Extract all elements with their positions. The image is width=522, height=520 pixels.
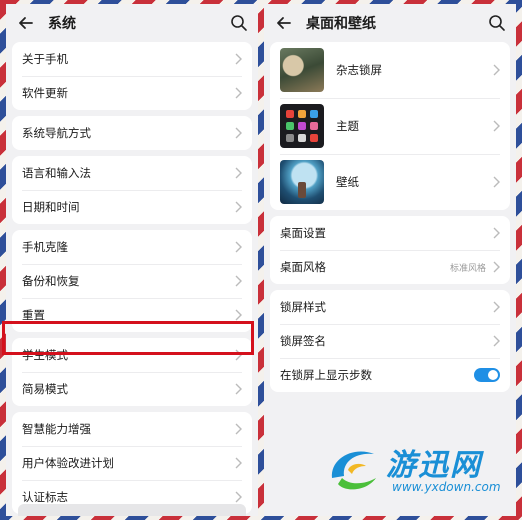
chevron-right-icon (234, 167, 242, 179)
system-header: 系统 (6, 4, 258, 42)
chevron-right-icon (234, 349, 242, 361)
theme-thumbnail (280, 104, 324, 148)
chevron-right-icon (234, 87, 242, 99)
chevron-right-icon (234, 423, 242, 435)
chevron-right-icon (234, 457, 242, 469)
page-title: 桌面和壁纸 (306, 16, 376, 32)
settings-item-desktop-settings[interactable]: 桌面设置 (270, 216, 510, 250)
chevron-right-icon (234, 491, 242, 503)
personalize-group: 杂志锁屏 主题 壁纸 (270, 42, 510, 210)
swirl-logo-icon (331, 451, 376, 490)
settings-item-desktop-style[interactable]: 桌面风格 标准风格 (270, 250, 510, 284)
settings-item-software-update[interactable]: 软件更新 (12, 76, 252, 110)
settings-item-navigation-mode[interactable]: 系统导航方式 (12, 116, 252, 150)
settings-group-language: 语言和输入法 日期和时间 (12, 156, 252, 224)
chevron-right-icon (234, 127, 242, 139)
settings-item-lock-signature[interactable]: 锁屏签名 (270, 324, 510, 358)
settings-item-wallpaper[interactable]: 壁纸 (270, 154, 510, 210)
settings-item-backup-restore[interactable]: 备份和恢复 (12, 264, 252, 298)
desktop-style-value: 标准风格 (449, 263, 486, 274)
settings-item-user-experience[interactable]: 用户体验改进计划 (12, 446, 252, 480)
chevron-right-icon (234, 275, 242, 287)
toggle-knob (488, 370, 498, 380)
chevron-right-icon (234, 201, 242, 213)
settings-item-reset[interactable]: 重置 (12, 298, 252, 332)
lockscreen-group: 锁屏样式 锁屏签名 在锁屏上显示步数 (270, 290, 510, 392)
wallpaper-thumbnail (280, 160, 324, 204)
settings-group-modes: 学生模式 简易模式 (12, 338, 252, 406)
search-icon[interactable] (488, 14, 506, 32)
settings-item-magazine-lock[interactable]: 杂志锁屏 (270, 42, 510, 98)
desktop-wallpaper-panel: 桌面和壁纸 杂志锁屏 主题 壁纸 桌面设置 桌面风格 标准风格 锁屏样式 锁屏签… (264, 4, 516, 516)
chevron-right-icon (492, 227, 500, 239)
search-icon[interactable] (230, 14, 248, 32)
settings-group-experience: 智慧能力增强 用户体验改进计划 认证标志 (12, 412, 252, 514)
app-icon (310, 110, 318, 118)
chevron-right-icon (234, 53, 242, 65)
settings-item-language-input[interactable]: 语言和输入法 (12, 156, 252, 190)
page-title: 系统 (48, 16, 76, 32)
settings-group-navigation: 系统导航方式 (12, 116, 252, 150)
magazine-lock-thumbnail (280, 48, 324, 92)
settings-item-student-mode[interactable]: 学生模式 (12, 338, 252, 372)
back-arrow-icon[interactable] (274, 13, 294, 33)
settings-group-backup: 手机克隆 备份和恢复 重置 (12, 230, 252, 332)
settings-item-show-steps[interactable]: 在锁屏上显示步数 (270, 358, 510, 392)
logo-url: www.yxdown.com (392, 480, 501, 494)
yxdown-logo: 游迅网 www.yxdown.com (324, 438, 504, 502)
app-icon (286, 110, 294, 118)
desktop-header: 桌面和壁纸 (264, 4, 516, 42)
settings-item-theme[interactable]: 主题 (270, 98, 510, 154)
chevron-right-icon (492, 176, 500, 188)
settings-group-about: 关于手机 软件更新 (12, 42, 252, 110)
chevron-right-icon (234, 383, 242, 395)
chevron-right-icon (492, 301, 500, 313)
show-steps-toggle[interactable] (474, 368, 500, 382)
settings-item-smart-enhance[interactable]: 智慧能力增强 (12, 412, 252, 446)
chevron-right-icon (492, 335, 500, 347)
chevron-right-icon (492, 120, 500, 132)
back-arrow-icon[interactable] (16, 13, 36, 33)
chevron-right-icon (492, 64, 500, 76)
logo-name: 游迅网 (386, 448, 482, 483)
app-icon (298, 122, 306, 130)
app-icon (310, 122, 318, 130)
app-icon (310, 134, 318, 142)
settings-item-lock-style[interactable]: 锁屏样式 (270, 290, 510, 324)
settings-item-date-time[interactable]: 日期和时间 (12, 190, 252, 224)
settings-item-simple-mode[interactable]: 简易模式 (12, 372, 252, 406)
app-icon (286, 122, 294, 130)
bottom-strip (18, 504, 246, 516)
chevron-right-icon (234, 241, 242, 253)
system-settings-panel: 系统 关于手机 软件更新 系统导航方式 语言和输入法 日期和时间 手机克隆 备份… (6, 4, 258, 516)
app-icon (298, 110, 306, 118)
chevron-right-icon (234, 309, 242, 321)
settings-item-about-phone[interactable]: 关于手机 (12, 42, 252, 76)
app-icon (286, 134, 294, 142)
app-icon (298, 134, 306, 142)
desktop-group: 桌面设置 桌面风格 标准风格 (270, 216, 510, 284)
settings-item-phone-clone[interactable]: 手机克隆 (12, 230, 252, 264)
chevron-right-icon (492, 261, 500, 273)
